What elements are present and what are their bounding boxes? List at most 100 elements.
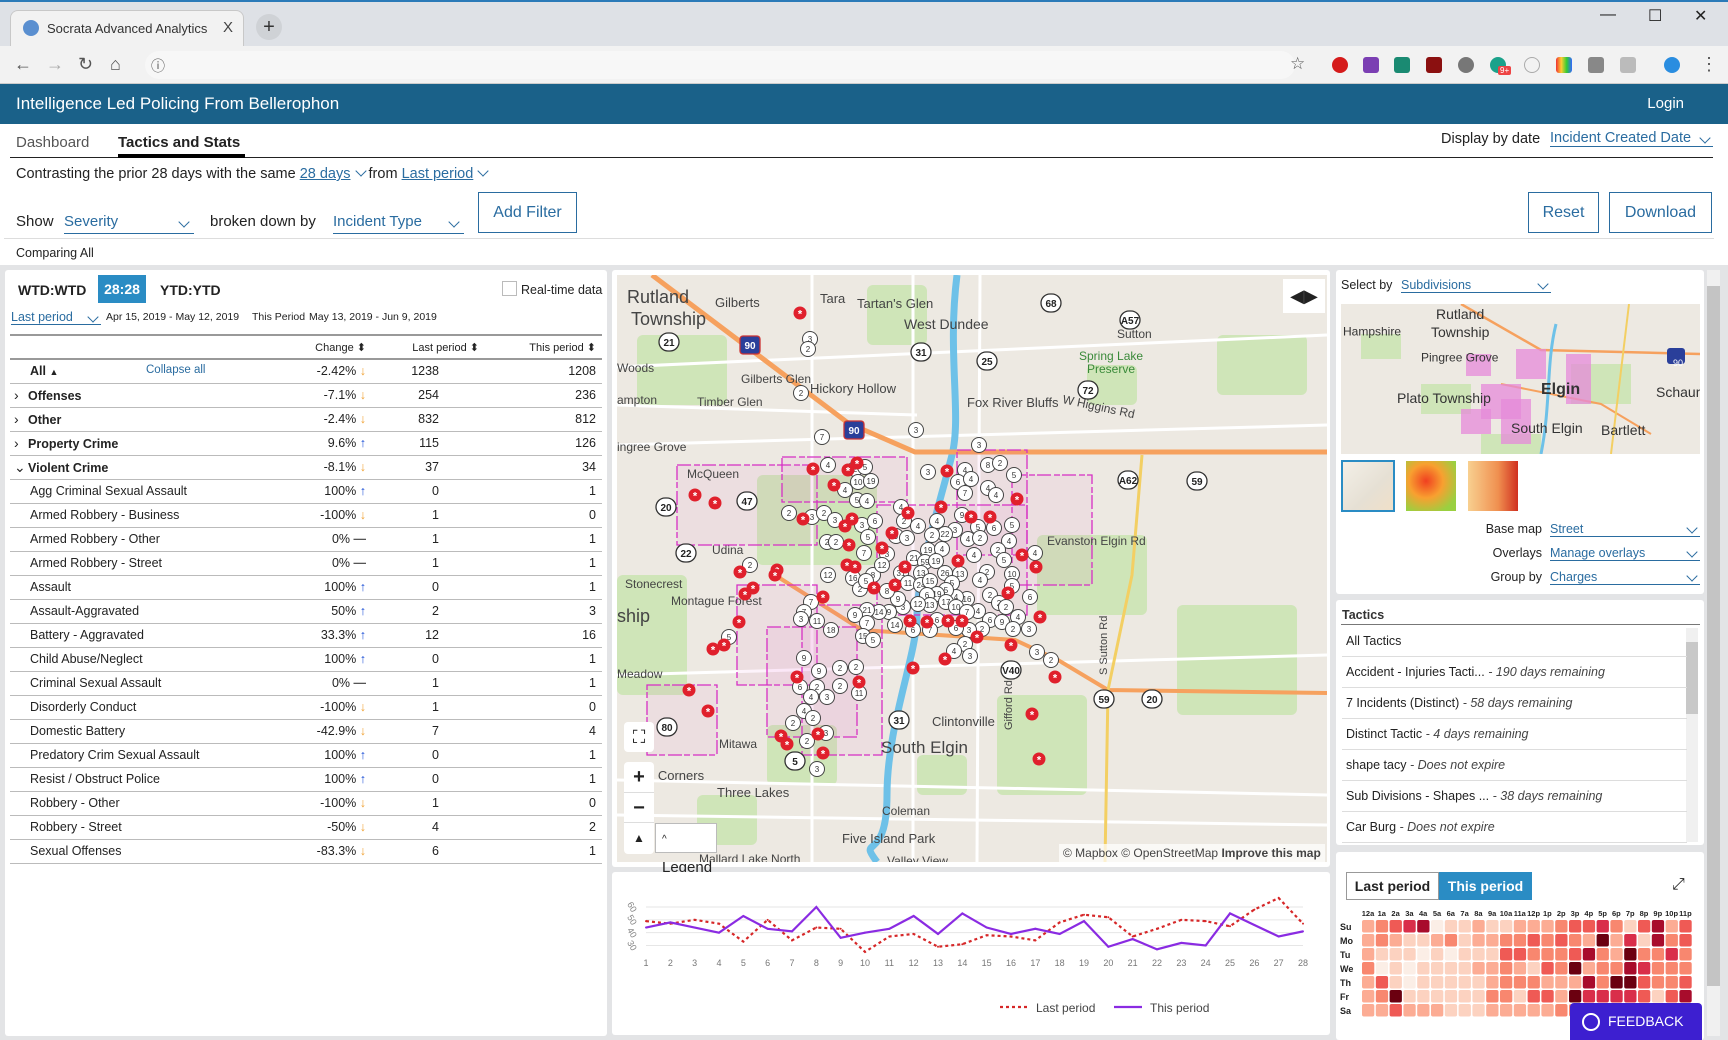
last-period-header[interactable]: Last period ⬍ bbox=[372, 334, 485, 360]
incident-cluster[interactable]: 11 bbox=[809, 613, 825, 629]
incident-cluster[interactable]: 2 bbox=[781, 505, 797, 521]
incident-cluster[interactable]: 5 bbox=[1006, 467, 1022, 483]
profile-avatar-icon[interactable] bbox=[1664, 57, 1680, 73]
tab-tactics-and-stats[interactable]: Tactics and Stats bbox=[118, 134, 240, 151]
incident-cluster[interactable]: 7 bbox=[814, 429, 830, 445]
legend-button[interactable]: ^ Legend bbox=[655, 823, 717, 876]
k-extension-icon[interactable] bbox=[1620, 57, 1636, 73]
g-extension-icon[interactable] bbox=[1588, 57, 1604, 73]
s-extension-icon[interactable] bbox=[1394, 57, 1410, 73]
incident-cluster[interactable]: 2 bbox=[832, 660, 848, 676]
incident-cluster[interactable]: 3 bbox=[920, 464, 936, 480]
incident-cluster[interactable]: 2 bbox=[972, 530, 988, 546]
minimize-button[interactable]: — bbox=[1600, 6, 1616, 24]
incident-cluster[interactable]: 2 bbox=[805, 710, 821, 726]
add-filter-button[interactable]: Add Filter bbox=[478, 192, 577, 233]
tactics-scroll-thumb[interactable] bbox=[1686, 642, 1698, 714]
incident-cluster[interactable]: 11 bbox=[900, 575, 916, 591]
page-scrollbar[interactable] bbox=[1707, 270, 1720, 1036]
browser-tab[interactable]: Socrata Advanced Analytics X bbox=[10, 10, 244, 46]
incident-cluster[interactable]: 5 bbox=[860, 529, 876, 545]
incident-cluster[interactable]: 2 bbox=[832, 678, 848, 694]
table-row[interactable]: › Property Crime 9.6% ↑ 115 126 bbox=[10, 431, 602, 456]
feedback-button[interactable]: FEEDBACK bbox=[1570, 1003, 1702, 1040]
onenote-extension-icon[interactable] bbox=[1363, 57, 1379, 73]
incident-cluster[interactable]: 2 bbox=[848, 659, 864, 675]
attribution-text[interactable]: © Mapbox © OpenStreetMap bbox=[1063, 846, 1218, 860]
tactic-item[interactable]: shape tacy - Does not expire bbox=[1342, 750, 1687, 781]
shield-extension-icon[interactable] bbox=[1524, 57, 1540, 73]
incident-cluster[interactable]: 2 bbox=[785, 715, 801, 731]
incident-cluster[interactable]: 2 bbox=[924, 527, 940, 543]
page-scroll-thumb[interactable] bbox=[1707, 286, 1720, 986]
incident-cluster[interactable]: 3 bbox=[809, 761, 825, 777]
collapse-all-link[interactable]: Collapse all bbox=[146, 364, 205, 376]
incident-cluster[interactable]: 3 bbox=[1029, 644, 1045, 660]
incident-cluster[interactable]: 2 bbox=[1043, 652, 1059, 668]
incident-cluster[interactable]: 2 bbox=[998, 599, 1014, 615]
incident-cluster[interactable]: 4 bbox=[972, 572, 988, 588]
login-link[interactable]: Login bbox=[1647, 95, 1684, 112]
change-header[interactable]: Change ⬍ bbox=[260, 334, 372, 360]
incident-cluster[interactable]: 4 bbox=[910, 518, 926, 534]
mode-ytd[interactable]: YTD:YTD bbox=[160, 282, 221, 298]
incident-cluster[interactable]: 2 bbox=[793, 385, 809, 401]
table-row[interactable]: › Offenses -7.1% ↓ 254 236 bbox=[10, 383, 602, 408]
group-by-select[interactable]: Charges bbox=[1550, 570, 1700, 585]
incident-cluster[interactable]: 19 bbox=[863, 473, 879, 489]
street-basemap-thumbnail[interactable] bbox=[1341, 460, 1395, 512]
incident-cluster[interactable]: 12 bbox=[910, 596, 926, 612]
incident-cluster[interactable]: 18 bbox=[823, 622, 839, 638]
close-window-button[interactable]: ✕ bbox=[1694, 6, 1707, 26]
incident-cluster[interactable]: 4 bbox=[1027, 545, 1043, 561]
circle-extension-icon[interactable] bbox=[1458, 57, 1474, 73]
this-period-header[interactable]: This period ⬍ bbox=[485, 334, 602, 360]
incident-cluster[interactable]: 3 bbox=[899, 530, 915, 546]
table-row[interactable]: ⌄ Violent Crime -8.1% ↓ 37 34 bbox=[10, 455, 602, 480]
incident-map[interactable]: RutlandTownship Gilberts Tara Tartan's Glen… bbox=[617, 275, 1327, 862]
incident-cluster[interactable]: 7 bbox=[856, 545, 872, 561]
zoom-in-button[interactable]: + bbox=[624, 762, 654, 792]
new-tab-button[interactable]: + bbox=[256, 14, 282, 40]
bookmark-star-icon[interactable]: ☆ bbox=[1290, 54, 1305, 74]
heatmap-this-period-toggle[interactable]: This period bbox=[1439, 872, 1532, 900]
compass-icon[interactable]: ▲ bbox=[624, 822, 654, 852]
tactic-item[interactable]: 7 Incidents (Distinct) - 58 days remaini… bbox=[1342, 688, 1687, 719]
menu-kebab-icon[interactable]: ⋮ bbox=[1700, 54, 1718, 75]
tactics-scrollbar[interactable] bbox=[1686, 628, 1698, 842]
chevron-right-icon[interactable]: › bbox=[14, 411, 28, 427]
fullscreen-icon[interactable]: ⛶ bbox=[624, 722, 654, 752]
heatmap-thumbnail[interactable] bbox=[1406, 461, 1456, 511]
forward-icon[interactable]: → bbox=[46, 54, 64, 75]
reload-icon[interactable]: ↻ bbox=[78, 54, 93, 75]
tab-dashboard[interactable]: Dashboard bbox=[16, 134, 89, 151]
address-bar[interactable]: ⓘ bbox=[145, 51, 1295, 79]
display-by-date-select[interactable]: Incident Created Date bbox=[1550, 130, 1713, 147]
tv-extension-icon[interactable] bbox=[1556, 57, 1572, 73]
incident-cluster[interactable]: 4 bbox=[859, 493, 875, 509]
incident-cluster[interactable]: 2 bbox=[800, 341, 816, 357]
incident-cluster[interactable]: 7 bbox=[957, 485, 973, 501]
select-by-select[interactable]: Subdivisions bbox=[1401, 278, 1551, 293]
download-button[interactable]: Download bbox=[1609, 192, 1712, 233]
maximize-button[interactable]: ☐ bbox=[1648, 6, 1662, 26]
overlays-select[interactable]: Manage overlays bbox=[1550, 546, 1700, 561]
incident-cluster[interactable]: 3 bbox=[908, 422, 924, 438]
broken-down-select[interactable]: Incident Type bbox=[333, 213, 464, 234]
chevron-right-icon[interactable]: › bbox=[14, 435, 28, 451]
show-select[interactable]: Severity bbox=[64, 213, 194, 234]
panel-toggle-arrows-icon[interactable]: ◀▶ bbox=[1283, 279, 1325, 313]
improve-map-link[interactable]: Improve this map bbox=[1221, 846, 1320, 860]
reset-button[interactable]: Reset bbox=[1528, 192, 1599, 233]
incident-cluster[interactable]: 6 bbox=[867, 513, 883, 529]
incident-cluster[interactable]: 14 bbox=[887, 617, 903, 633]
zoom-out-button[interactable]: − bbox=[624, 792, 654, 822]
close-tab-icon[interactable]: X bbox=[223, 19, 233, 36]
incident-cluster[interactable]: 3 bbox=[971, 437, 987, 453]
chevron-down-icon[interactable]: ⌄ bbox=[14, 459, 28, 476]
tactic-item[interactable]: Car Burg - Does not expire bbox=[1342, 812, 1687, 843]
incident-cluster[interactable]: 4 bbox=[963, 471, 979, 487]
tactic-item[interactable]: Accident - Injuries Tacti... - 190 days … bbox=[1342, 657, 1687, 688]
chevron-right-icon[interactable]: › bbox=[14, 387, 28, 403]
incident-cluster[interactable]: 3 bbox=[1021, 621, 1037, 637]
